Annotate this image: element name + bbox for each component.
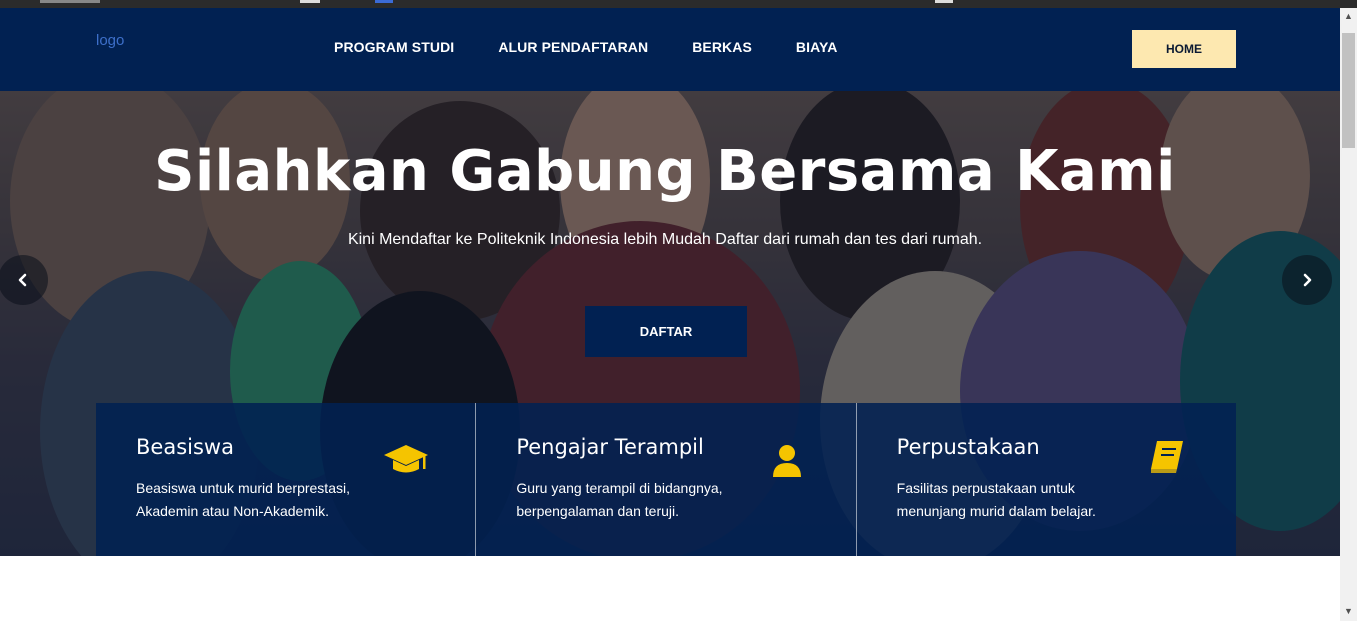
book-icon: [1150, 441, 1183, 473]
user-icon: [773, 445, 802, 477]
scroll-up-arrow[interactable]: ▲: [1344, 11, 1353, 21]
carousel-prev-button[interactable]: [0, 255, 48, 305]
hero-title: Silahkan Gabung Bersama Kami: [154, 139, 1176, 204]
logo-link[interactable]: logo: [96, 32, 124, 49]
chevron-right-icon: [1303, 273, 1312, 287]
feature-description: Guru yang terampil di bidangnya, berpeng…: [516, 480, 723, 519]
carousel-next-button[interactable]: [1282, 255, 1332, 305]
nav-link-alur-pendaftaran[interactable]: ALUR PENDAFTARAN: [476, 39, 670, 55]
hero-carousel: Silahkan Gabung Bersama Kami Kini Mendaf…: [0, 91, 1340, 556]
page-scrollbar[interactable]: ▲ ▼: [1340, 8, 1357, 621]
feature-description: Beasiswa untuk murid berprestasi, Akadem…: [136, 480, 350, 519]
feature-card-beasiswa: Beasiswa Beasiswa untuk murid berprestas…: [96, 403, 477, 556]
top-navbar: logo PROGRAM STUDI ALUR PENDAFTARAN BERK…: [0, 8, 1340, 91]
scroll-down-arrow[interactable]: ▼: [1344, 606, 1353, 616]
nav-link-program-studi[interactable]: PROGRAM STUDI: [312, 39, 476, 55]
daftar-button[interactable]: DAFTAR: [585, 306, 747, 357]
chevron-left-icon: [18, 273, 27, 287]
graduation-cap-icon: [384, 445, 428, 473]
nav-link-berkas[interactable]: BERKAS: [670, 39, 774, 55]
feature-description: Fasilitas perpustakaan untuk menunjang m…: [896, 480, 1096, 519]
home-button[interactable]: HOME: [1132, 30, 1236, 68]
scroll-thumb[interactable]: [1342, 33, 1355, 148]
feature-card-perpustakaan: Perpustakaan Fasilitas perpustakaan untu…: [856, 403, 1236, 556]
features-row: Beasiswa Beasiswa untuk murid berprestas…: [96, 403, 1236, 556]
hero-subtitle: Kini Mendaftar ke Politeknik Indonesia l…: [347, 231, 983, 248]
browser-top-strip: [0, 0, 1357, 8]
feature-card-pengajar: Pengajar Terampil Guru yang terampil di …: [476, 403, 857, 556]
nav-link-biaya[interactable]: BIAYA: [774, 39, 860, 55]
nav-menu: PROGRAM STUDI ALUR PENDAFTARAN BERKAS BI…: [312, 39, 859, 55]
